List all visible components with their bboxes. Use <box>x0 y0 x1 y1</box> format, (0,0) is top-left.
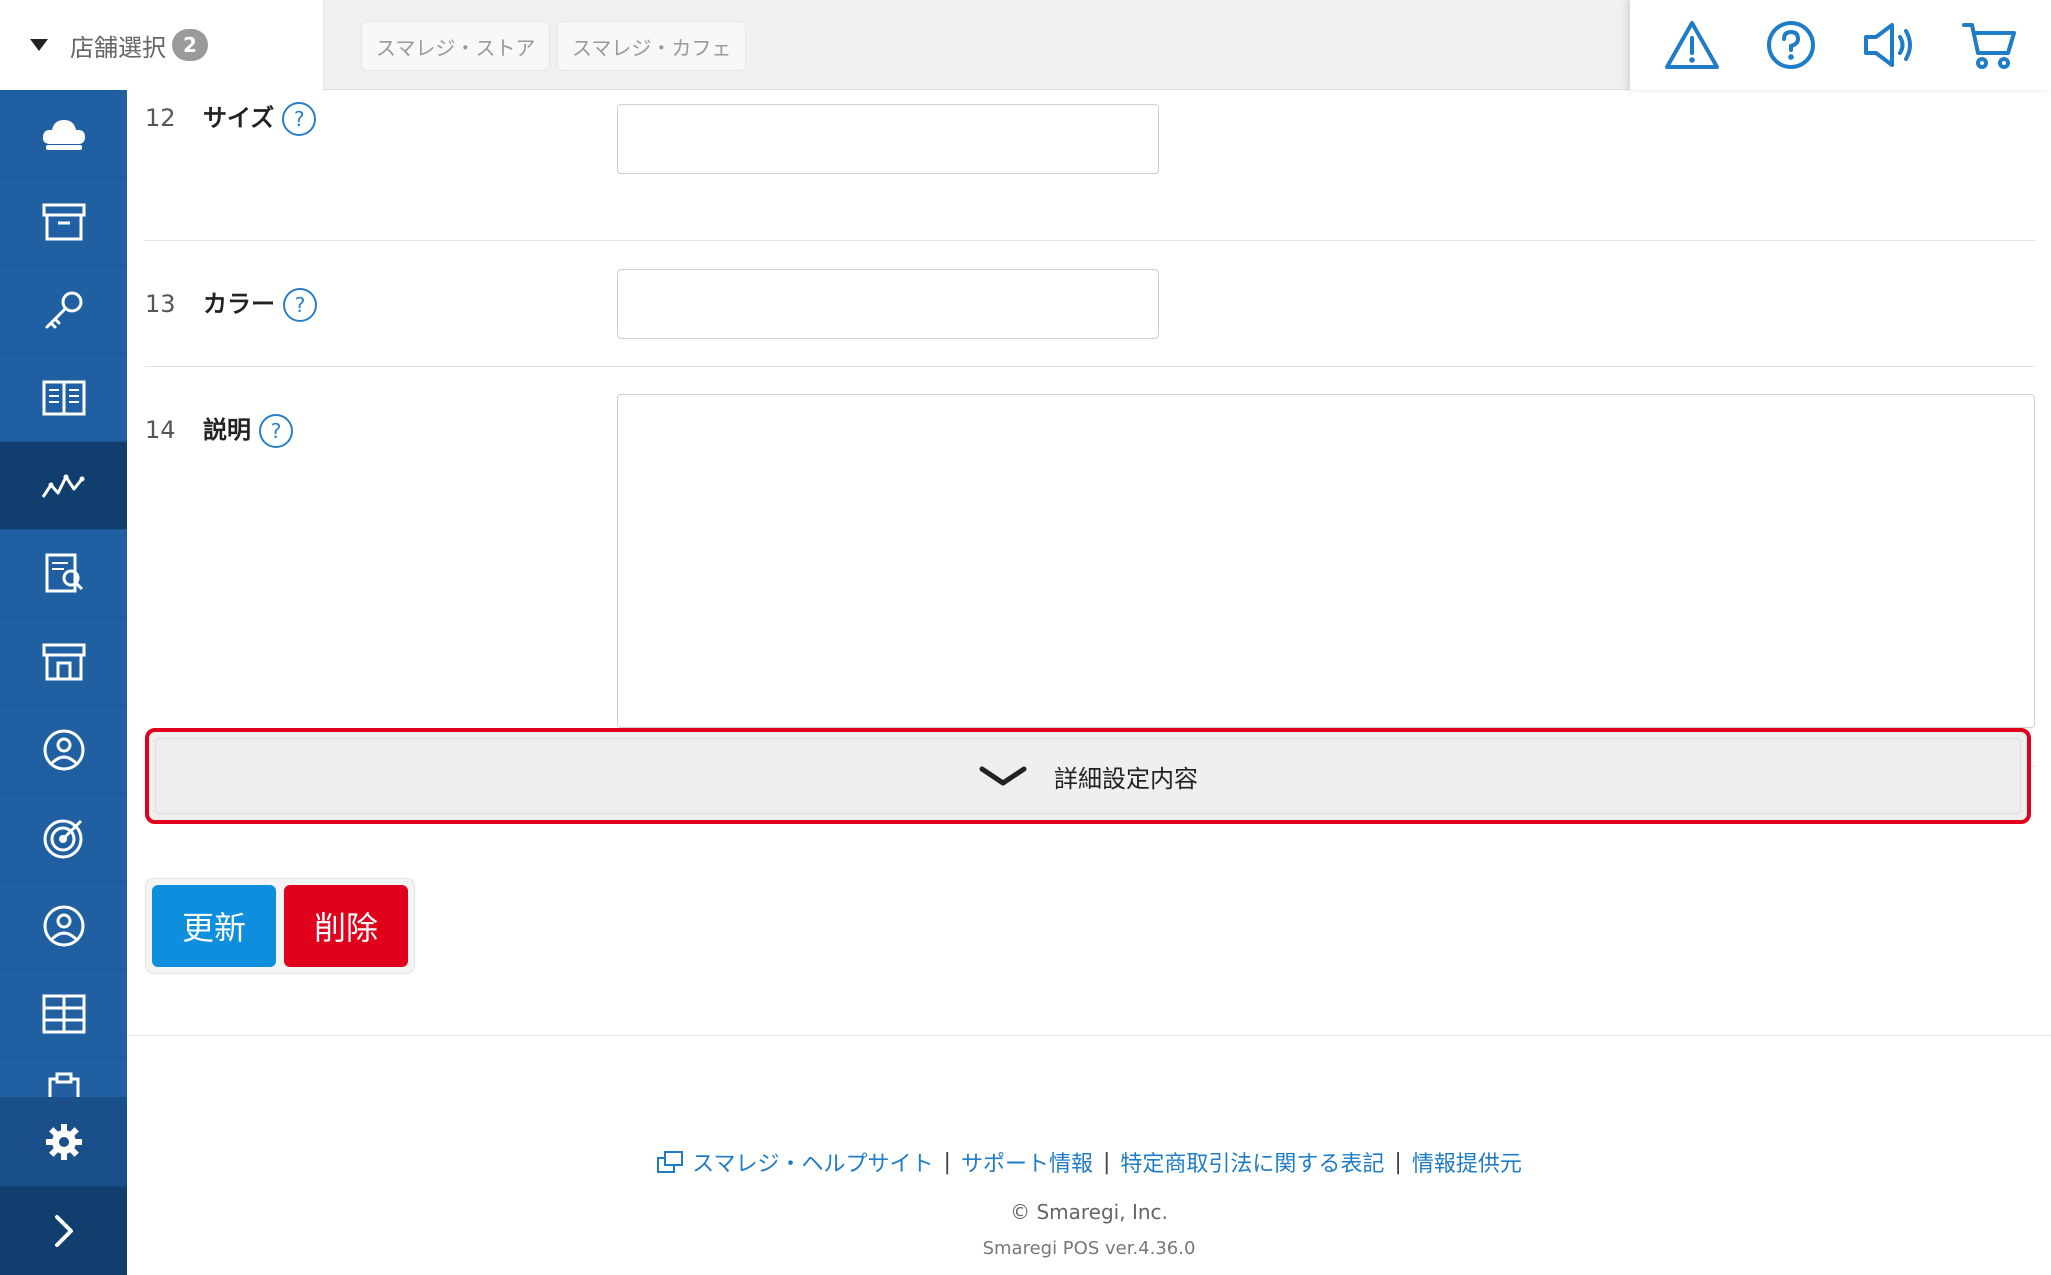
announcement-icon[interactable] <box>1859 14 1921 76</box>
color-input[interactable] <box>617 269 1159 339</box>
sidebar-item-cloud[interactable] <box>0 90 127 178</box>
store-select-dropdown[interactable]: 店舗選択 2 <box>0 0 324 90</box>
row-number: 13 <box>145 290 176 318</box>
sidebar-item-store[interactable] <box>0 618 127 706</box>
version-text: Smaregi POS ver.4.36.0 <box>982 1238 1196 1259</box>
cart-icon[interactable] <box>1958 14 2020 76</box>
sidebar-item-archive[interactable] <box>0 178 127 266</box>
footer-separator: | <box>1394 1149 1402 1175</box>
top-bar: 店舗選択 2 スマレジ・ストア スマレジ・カフェ <box>0 0 2051 90</box>
sidebar-item-staff[interactable] <box>0 706 127 794</box>
help-question-icon[interactable]: ? <box>259 414 293 448</box>
form-row-color: 13 カラー? <box>145 241 2035 367</box>
clipboard-icon <box>48 1072 79 1097</box>
expand-icon <box>54 1215 73 1247</box>
row-label: カラー? <box>203 284 317 322</box>
sidebar-item-grid[interactable] <box>0 970 127 1058</box>
sidebar-expand-button[interactable] <box>0 1187 127 1275</box>
footer-separator: | <box>943 1149 951 1175</box>
sidebar-item-target[interactable] <box>0 794 127 882</box>
footer-links: スマレジ・ヘルプサイト | サポート情報 | 特定商取引法に関する表記 | 情報… <box>127 1146 2051 1178</box>
footer-link-legal[interactable]: 特定商取引法に関する表記 <box>1120 1146 1384 1178</box>
grid-icon <box>42 994 85 1033</box>
help-question-icon[interactable]: ? <box>283 288 317 322</box>
dropdown-triangle-icon <box>30 39 48 51</box>
cloud-icon <box>42 119 85 150</box>
customer-icon <box>43 905 84 946</box>
delete-button[interactable]: 削除 <box>284 885 408 967</box>
store-chip-cafe[interactable]: スマレジ・カフェ <box>557 21 747 71</box>
footer-separator: | <box>1102 1149 1111 1175</box>
sidebar-item-report[interactable] <box>0 530 127 618</box>
report-icon <box>45 553 83 592</box>
sidebar <box>0 90 127 1275</box>
sidebar-item-key[interactable] <box>0 266 127 354</box>
detail-settings-label: 詳細設定内容 <box>1054 764 1198 793</box>
analytics-icon <box>41 474 84 498</box>
sidebar-item-book[interactable] <box>0 354 127 442</box>
book-icon <box>42 380 85 415</box>
form-row-description: 14 説明? <box>145 367 2035 767</box>
archive-box-icon <box>42 203 85 240</box>
row-number: 14 <box>145 416 176 444</box>
description-textarea[interactable] <box>617 394 2035 728</box>
sidebar-bottom <box>0 1097 127 1275</box>
row-number: 12 <box>145 104 176 132</box>
external-link-icon <box>656 1150 684 1174</box>
target-icon <box>43 819 82 858</box>
store-select-label: 店舗選択 <box>70 33 166 62</box>
store-icon <box>42 643 85 680</box>
detail-settings-toggle[interactable]: 詳細設定内容 <box>145 728 2031 824</box>
footer-link-help-site[interactable]: スマレジ・ヘルプサイト <box>692 1146 933 1178</box>
settings-icon <box>45 1123 82 1160</box>
row-label: サイズ? <box>203 98 317 136</box>
copyright-text: © Smaregi, Inc. <box>1010 1200 1168 1224</box>
store-count-badge: 2 <box>172 29 208 61</box>
sidebar-settings[interactable] <box>0 1097 127 1187</box>
key-icon <box>45 291 82 328</box>
footer-link-support[interactable]: サポート情報 <box>961 1146 1093 1178</box>
help-question-icon[interactable]: ? <box>282 102 317 136</box>
size-input[interactable] <box>617 104 1159 174</box>
main-content: 12 サイズ? 13 カラー? 14 説明? 詳細設定内容 更新 削除 スマレジ… <box>127 90 2051 1275</box>
footer-divider <box>127 1035 2051 1036</box>
chevron-down-icon <box>979 766 1027 786</box>
sidebar-item-clipboard[interactable] <box>0 1058 127 1098</box>
update-button[interactable]: 更新 <box>152 885 276 967</box>
row-label: 説明? <box>203 410 293 448</box>
action-button-group: 更新 削除 <box>145 878 415 974</box>
header-actions <box>1630 0 2051 90</box>
staff-icon <box>43 729 84 770</box>
sidebar-item-analytics[interactable] <box>0 442 127 530</box>
warning-icon[interactable] <box>1661 14 1723 76</box>
store-chip-store[interactable]: スマレジ・ストア <box>361 21 551 71</box>
footer-link-info-provider[interactable]: 情報提供元 <box>1412 1146 1522 1178</box>
sidebar-item-customer[interactable] <box>0 882 127 970</box>
help-icon[interactable] <box>1760 14 1822 76</box>
